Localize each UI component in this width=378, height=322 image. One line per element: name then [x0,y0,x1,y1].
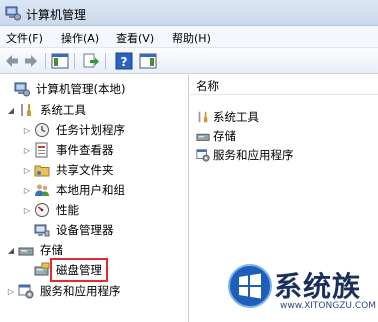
show-hide-tree-icon[interactable] [51,52,69,70]
list-item-label: 系统工具 [213,110,259,124]
menu-bar: 文件(F) 操作(A) 查看(V) 帮助(H) [0,26,378,48]
menu-help[interactable]: 帮助(H) [172,30,211,46]
action-pane-icon[interactable] [139,52,157,70]
expand-arrow-icon[interactable]: ▷ [22,166,32,175]
toolbar-separator [74,53,75,69]
tree-label: 性能 [56,203,79,217]
computer-management-icon [14,82,30,97]
expand-arrow-icon[interactable]: ▷ [6,287,16,296]
tree-item-storage[interactable]: ◢ 存储 [6,240,65,260]
console-tree: 计算机管理(本地) ◢ 系统工具 ▷ 任务计划程序 ▷ 事件查看器 ▷ 共享文件… [0,75,189,322]
toolbar: ? [0,48,378,74]
tree-item-local-users[interactable]: ▷ 本地用户和组 [22,180,127,200]
shared-folder-icon [34,165,50,177]
device-manager-icon [34,224,50,237]
clock-icon [35,123,49,137]
tree-item-task-scheduler[interactable]: ▷ 任务计划程序 [22,120,127,140]
tree-item-device-manager[interactable]: 设备管理器 [22,220,116,240]
list-item[interactable]: 系统工具 [196,108,259,126]
storage-icon [196,133,210,141]
tree-label: 磁盘管理 [50,258,108,282]
tree-item-disk-management[interactable]: 磁盘管理 [22,258,108,282]
forward-arrow-icon[interactable] [22,52,40,70]
tree-item-services-apps[interactable]: ▷ 服务和应用程序 [6,281,123,301]
list-item-label: 服务和应用程序 [213,148,294,162]
svg-text:?: ? [121,55,128,69]
windows-logo-icon [228,264,272,308]
help-icon[interactable]: ? [115,52,133,70]
tree-label: 任务计划程序 [56,123,125,137]
expand-arrow-icon[interactable]: ▷ [22,146,32,155]
column-header-label: 名称 [196,79,219,93]
tree-item-root[interactable]: 计算机管理(本地) [2,79,127,99]
event-viewer-icon [35,142,48,158]
list-item-label: 存储 [213,129,236,143]
tree-item-performance[interactable]: ▷ 性能 [22,200,81,220]
storage-icon [18,247,34,256]
tools-icon [198,111,208,123]
menu-view[interactable]: 查看(V) [116,30,154,46]
watermark: 系统族 www.XITONGZU.COM [228,257,378,322]
expand-arrow-icon[interactable]: ▷ [22,206,32,215]
tree-label: 计算机管理(本地) [36,82,126,96]
users-icon [35,184,49,196]
menu-action[interactable]: 操作(A) [61,30,99,46]
tree-item-event-viewer[interactable]: ▷ 事件查看器 [22,140,116,160]
toolbar-separator [105,53,106,69]
tree-label: 系统工具 [40,103,86,117]
collapse-arrow-icon[interactable]: ◢ [6,246,16,255]
services-icon [18,284,34,299]
disk-management-icon [34,262,50,276]
performance-icon [35,203,49,217]
watermark-url: www.XITONGZU.COM [280,301,376,311]
tree-label: 本地用户和组 [56,183,125,197]
tree-label: 共享文件夹 [56,163,114,177]
watermark-text: 系统族 [274,270,362,303]
tree-label: 事件查看器 [56,143,114,157]
tree-item-system-tools[interactable]: ◢ 系统工具 [6,100,88,120]
tools-icon [21,104,31,116]
expand-arrow-icon[interactable]: ▷ [22,126,32,135]
expand-arrow-icon[interactable]: ▷ [22,186,32,195]
title-bar: 计算机管理 [0,0,378,26]
tree-label: 存储 [40,243,63,257]
window-title: 计算机管理 [26,8,87,22]
list-item[interactable]: 服务和应用程序 [196,146,294,164]
services-icon [196,149,210,162]
back-arrow-icon[interactable] [3,52,21,70]
tree-label: 设备管理器 [56,223,114,237]
computer-management-icon [5,6,21,21]
column-header-name[interactable]: 名称 [190,75,378,95]
tree-item-shared-folders[interactable]: ▷ 共享文件夹 [22,160,116,180]
list-item[interactable]: 存储 [196,127,236,145]
toolbar-separator [45,53,46,69]
tree-label: 服务和应用程序 [40,284,121,298]
export-list-icon[interactable] [82,52,100,70]
menu-file[interactable]: 文件(F) [6,30,43,46]
collapse-arrow-icon[interactable]: ◢ [6,106,16,115]
